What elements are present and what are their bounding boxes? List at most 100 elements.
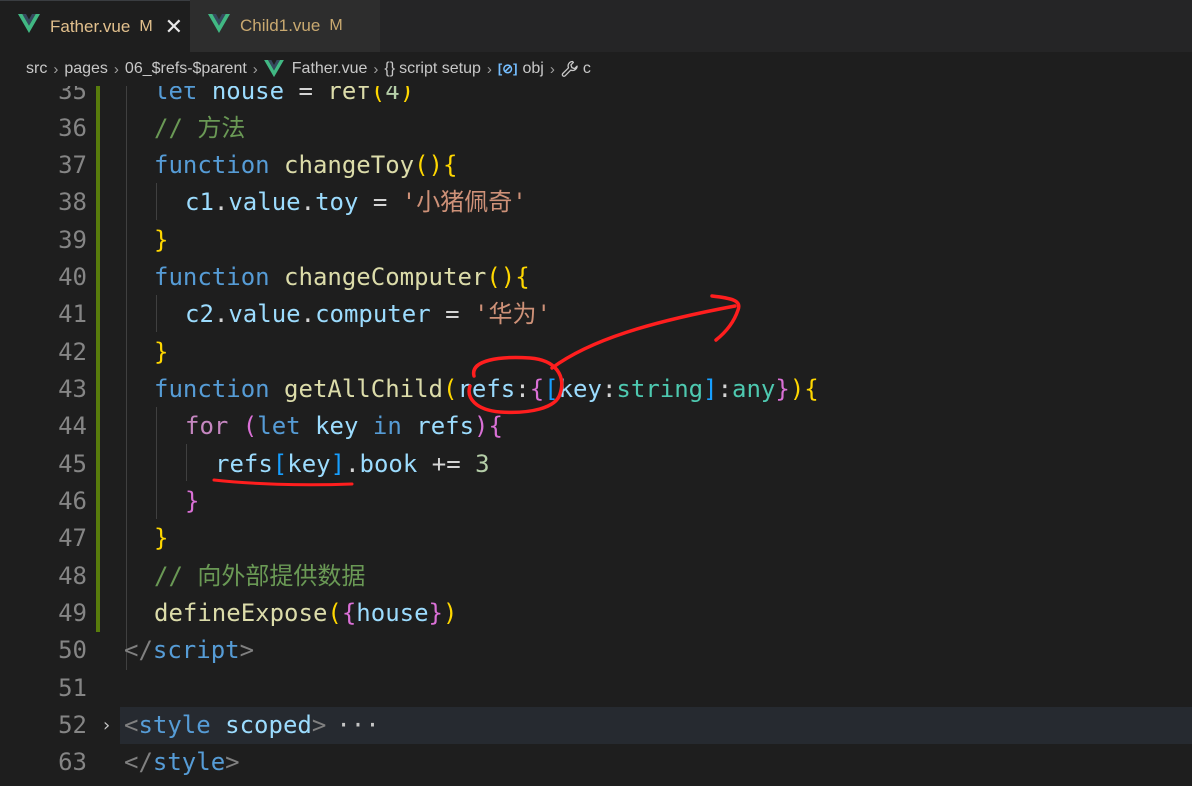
- code-text: c2.value.computer = '华为': [185, 296, 551, 333]
- punctuation: >: [225, 748, 240, 776]
- breadcrumb-folder[interactable]: 06_$refs-$parent: [125, 60, 247, 78]
- code-line: 36 // 方法: [0, 110, 1192, 147]
- line-number: 52: [58, 711, 87, 739]
- modified-badge: M: [329, 17, 343, 34]
- punctuation: :: [515, 375, 530, 403]
- punctuation: :: [601, 375, 617, 403]
- type: string: [616, 375, 704, 403]
- identifier: refs: [215, 450, 273, 478]
- modified-badge: M: [139, 17, 153, 35]
- code-line: 44 for (let key in refs){: [0, 408, 1192, 445]
- punctuation: .: [213, 188, 229, 216]
- vue-icon: [208, 13, 230, 39]
- folded-ellipsis[interactable]: ···: [332, 711, 383, 739]
- breadcrumb-c[interactable]: c: [583, 60, 591, 78]
- bracket: {: [488, 412, 503, 440]
- code-editor[interactable]: 35 let house = ref(4) 36 // 方法 37 functi…: [0, 86, 1192, 786]
- code-text: for (let key in refs){: [185, 408, 503, 445]
- bracket: [: [544, 375, 559, 403]
- code-line: 37 function changeToy(){: [0, 147, 1192, 184]
- bracket: {: [341, 599, 357, 627]
- function-name: ref: [327, 86, 371, 105]
- bracket: (: [327, 599, 342, 627]
- code-text: <style scoped> ···: [124, 707, 384, 744]
- chevron-right-icon[interactable]: ›: [101, 707, 112, 744]
- bracket: ]: [330, 450, 346, 478]
- vue-icon: [263, 60, 284, 78]
- bracket: {: [443, 151, 458, 179]
- bracket: {: [529, 375, 545, 403]
- identifier: refs: [416, 412, 475, 440]
- line-number: 42: [58, 338, 87, 366]
- property: value: [228, 300, 301, 328]
- punctuation: <: [124, 711, 139, 739]
- function-name: getAllChild: [284, 375, 443, 403]
- punctuation: .: [213, 300, 229, 328]
- breadcrumb-src[interactable]: src: [26, 60, 47, 78]
- property: computer: [315, 300, 431, 328]
- code-line: 39 }: [0, 222, 1192, 259]
- breadcrumb-obj[interactable]: obj: [522, 60, 543, 78]
- object-icon: [⊘]: [497, 61, 518, 76]
- bracket: }: [154, 524, 169, 552]
- parameter: refs: [457, 375, 516, 403]
- number: 4: [385, 86, 400, 105]
- keyword: function: [154, 263, 270, 291]
- chevron-right-icon: ›: [486, 60, 492, 78]
- string: '小猪佩奇': [401, 188, 527, 216]
- code-line: 52 › <style scoped> ···: [0, 707, 1192, 744]
- breadcrumb: src › pages › 06_$refs-$parent › Father.…: [0, 52, 1192, 86]
- code-line: 38 c1.value.toy = '小猪佩奇': [0, 184, 1192, 221]
- chevron-right-icon: ›: [113, 60, 119, 78]
- code-line: 63 </style>: [0, 744, 1192, 781]
- breadcrumb-file[interactable]: Father.vue: [292, 60, 368, 78]
- operator: +=: [417, 450, 476, 478]
- number: 3: [475, 450, 490, 478]
- bracket: ): [443, 599, 458, 627]
- keyword: function: [154, 151, 270, 179]
- identifier: key: [558, 375, 602, 403]
- breadcrumb-script[interactable]: script setup: [399, 60, 481, 78]
- bracket: (: [443, 375, 458, 403]
- identifier: house: [356, 599, 429, 627]
- code-text: let house = ref(4): [154, 86, 414, 110]
- line-number: 41: [58, 300, 87, 328]
- wrench-icon: [561, 60, 579, 78]
- attribute: scoped: [225, 711, 312, 739]
- code-line: 49 defineExpose({house}): [0, 595, 1192, 632]
- property: toy: [315, 188, 359, 216]
- breadcrumb-pages[interactable]: pages: [64, 60, 108, 78]
- line-number: 49: [58, 599, 87, 627]
- keyword: in: [372, 412, 402, 440]
- punctuation: </: [124, 636, 153, 664]
- punctuation: >: [311, 711, 327, 739]
- close-icon[interactable]: ✕: [165, 15, 183, 38]
- punctuation: .: [345, 450, 360, 478]
- tab-father-vue[interactable]: Father.vue M ✕: [0, 0, 190, 52]
- property: value: [228, 188, 301, 216]
- line-number: 39: [58, 226, 87, 254]
- code-line: 35 let house = ref(4): [0, 86, 1192, 110]
- editor-tab-bar: Father.vue M ✕ Child1.vue M: [0, 0, 1192, 52]
- line-number: 40: [58, 263, 87, 291]
- code-line: 45 refs[key].book += 3: [0, 446, 1192, 483]
- punctuation: .: [300, 188, 316, 216]
- code-line: 50 </script>: [0, 632, 1192, 669]
- code-line: 48 // 向外部提供数据: [0, 558, 1192, 595]
- string: '华为': [474, 300, 551, 328]
- bracket: }: [154, 338, 169, 366]
- bracket: ): [399, 86, 415, 105]
- identifier: c2: [185, 300, 214, 328]
- code-text: </style>: [124, 744, 240, 781]
- tag-name: style: [138, 711, 211, 739]
- bracket: }: [428, 599, 443, 627]
- line-number: 51: [58, 674, 87, 702]
- tab-child1-vue[interactable]: Child1.vue M: [190, 0, 380, 52]
- type: any: [732, 375, 776, 403]
- operator: =: [358, 188, 402, 216]
- code-line: 47 }: [0, 520, 1192, 557]
- bracket: {: [804, 375, 819, 403]
- operator: =: [430, 300, 475, 328]
- code-text: c1.value.toy = '小猪佩奇': [185, 184, 527, 221]
- line-number: 36: [58, 114, 87, 142]
